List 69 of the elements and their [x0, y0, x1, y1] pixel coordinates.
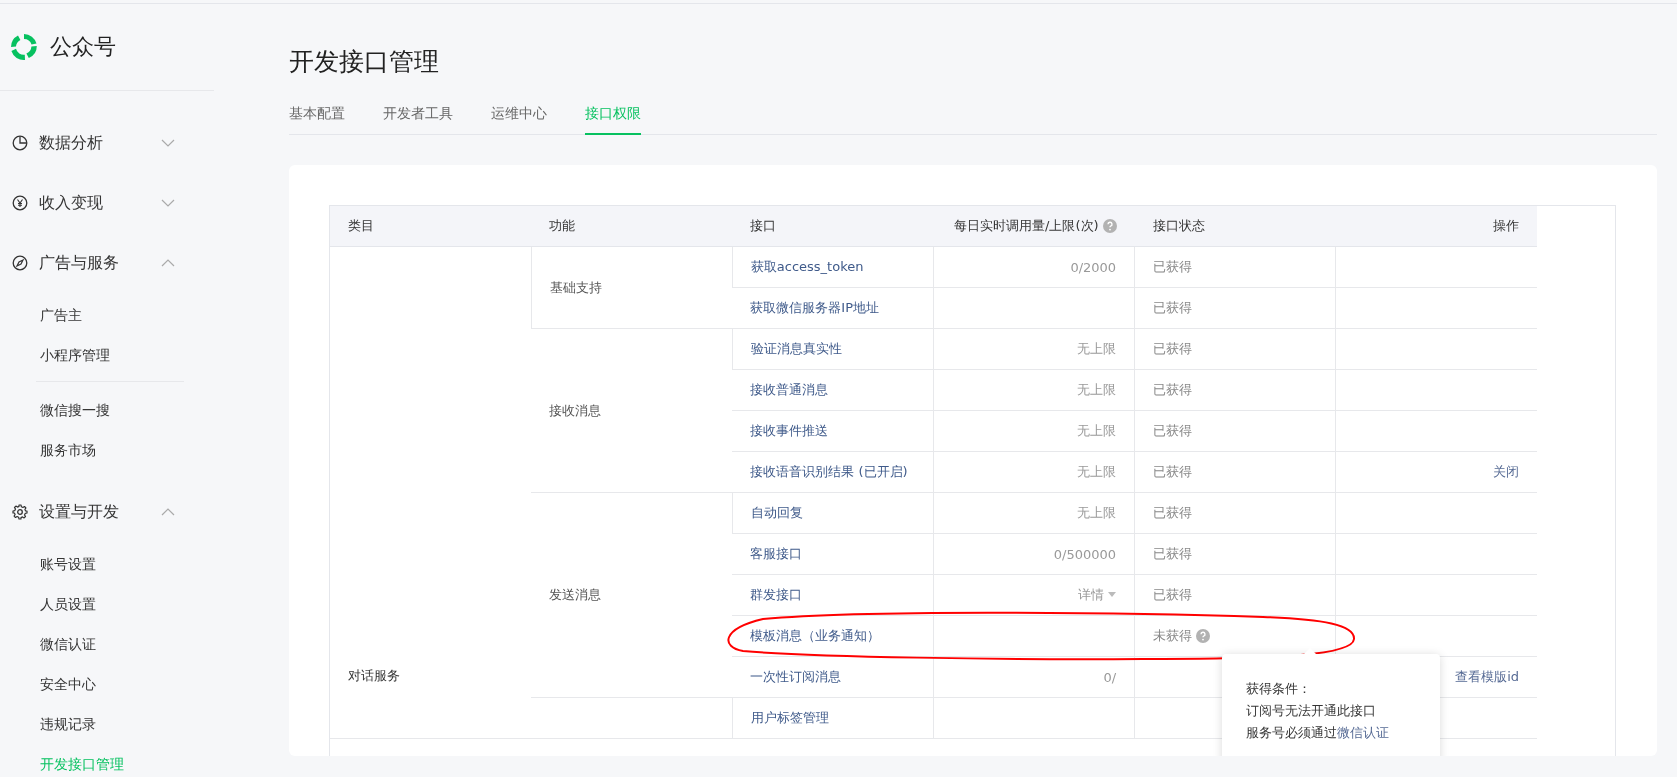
column-header: 功能 [549, 218, 576, 233]
function-label: 接收消息 [549, 402, 602, 418]
call-count: 无上限 [1077, 423, 1117, 438]
column-header: 接口状态 [1152, 218, 1205, 233]
interface-name: 一次性订阅消息 [750, 669, 842, 684]
column-header: 接口 [750, 218, 777, 233]
column-header: 操作 [1493, 218, 1519, 233]
page-title: 开发接口管理 [289, 46, 440, 78]
tooltip-title: 获得条件： [1246, 680, 1312, 698]
function-label: 基础支持 [549, 279, 602, 295]
status-text: 已获得 [1153, 505, 1193, 520]
category-label: 对话服务 [348, 667, 401, 685]
interface-name: 验证消息真实性 [750, 341, 842, 356]
tooltip-text: 服务号必须通过微信认证 [1246, 724, 1390, 742]
interface-name: 群发接口 [750, 587, 803, 602]
function-label: 发送消息 [549, 587, 602, 602]
interface-name: 模板消息（业务通知） [750, 628, 881, 643]
status-text: 已获得 [1153, 587, 1193, 602]
tab[interactable]: 基本配置 [289, 97, 345, 135]
verification-link[interactable]: 微信认证 [1337, 725, 1389, 740]
brand-name: 公众号 [50, 33, 116, 61]
interface-name: 接收事件推送 [750, 423, 829, 438]
nav-item[interactable]: 人员设置 [0, 584, 214, 624]
tab[interactable]: 运维中心 [491, 97, 547, 135]
interface-name: 获取access_token [750, 259, 864, 274]
interface-name: 接收普通消息 [750, 382, 829, 397]
yen-icon [12, 195, 28, 211]
status-text: 已获得 [1153, 341, 1193, 356]
interface-name: 获取微信服务器IP地址 [750, 300, 879, 315]
interface-name: 接收语音识别结果 (已开启) [750, 464, 908, 479]
call-count: 0/ [1103, 669, 1117, 685]
status-text: 未获得 [1153, 628, 1193, 643]
nav-section[interactable]: 设置与开发 [39, 501, 161, 523]
interface-name: 客服接口 [750, 546, 803, 561]
column-header: 类目 [348, 218, 374, 233]
status-text: 已获得 [1153, 546, 1193, 561]
nav-item[interactable]: 安全中心 [0, 664, 214, 704]
action-link[interactable]: 关闭 [1493, 464, 1519, 479]
interface-name: 用户标签管理 [750, 710, 829, 725]
nav-item[interactable]: 微信认证 [0, 624, 214, 664]
action-link[interactable]: 查看模版id [1455, 669, 1519, 684]
status-text: 已获得 [1153, 423, 1193, 438]
call-count: 无上限 [1077, 505, 1117, 520]
logo-icon [8, 31, 40, 63]
nav-item[interactable]: 微信搜一搜 [0, 390, 184, 430]
nav-item[interactable]: 账号设置 [0, 544, 214, 584]
nav-item[interactable]: 广告主 [0, 295, 214, 335]
interface-name: 自动回复 [750, 505, 803, 520]
call-count: 无上限 [1077, 464, 1117, 479]
call-count: 0/500000 [1053, 546, 1117, 562]
nav-item[interactable]: 违规记录 [0, 704, 214, 744]
call-count: 无上限 [1077, 341, 1117, 356]
nav-section[interactable]: 收入变现 [39, 192, 161, 214]
column-header: 每日实时调用量/上限(次) [954, 218, 1099, 233]
nav-section[interactable]: 广告与服务 [39, 252, 161, 274]
nav-item[interactable]: 小程序管理 [0, 335, 214, 375]
call-count: 0/2000 [1070, 259, 1117, 275]
compass-icon [12, 255, 28, 271]
clock-icon [12, 135, 28, 151]
tooltip-text: 订阅号无法开通此接口 [1246, 702, 1377, 720]
status-text: 已获得 [1153, 382, 1193, 397]
nav-section[interactable]: 数据分析 [39, 132, 161, 154]
status-text: 已获得 [1153, 300, 1193, 315]
call-count: 无上限 [1077, 382, 1117, 397]
status-text: 已获得 [1153, 259, 1193, 274]
tab[interactable]: 开发者工具 [383, 97, 453, 135]
nav-item[interactable]: 服务市场 [0, 430, 184, 470]
settings-icon [12, 504, 28, 520]
status-text: 已获得 [1153, 464, 1193, 479]
